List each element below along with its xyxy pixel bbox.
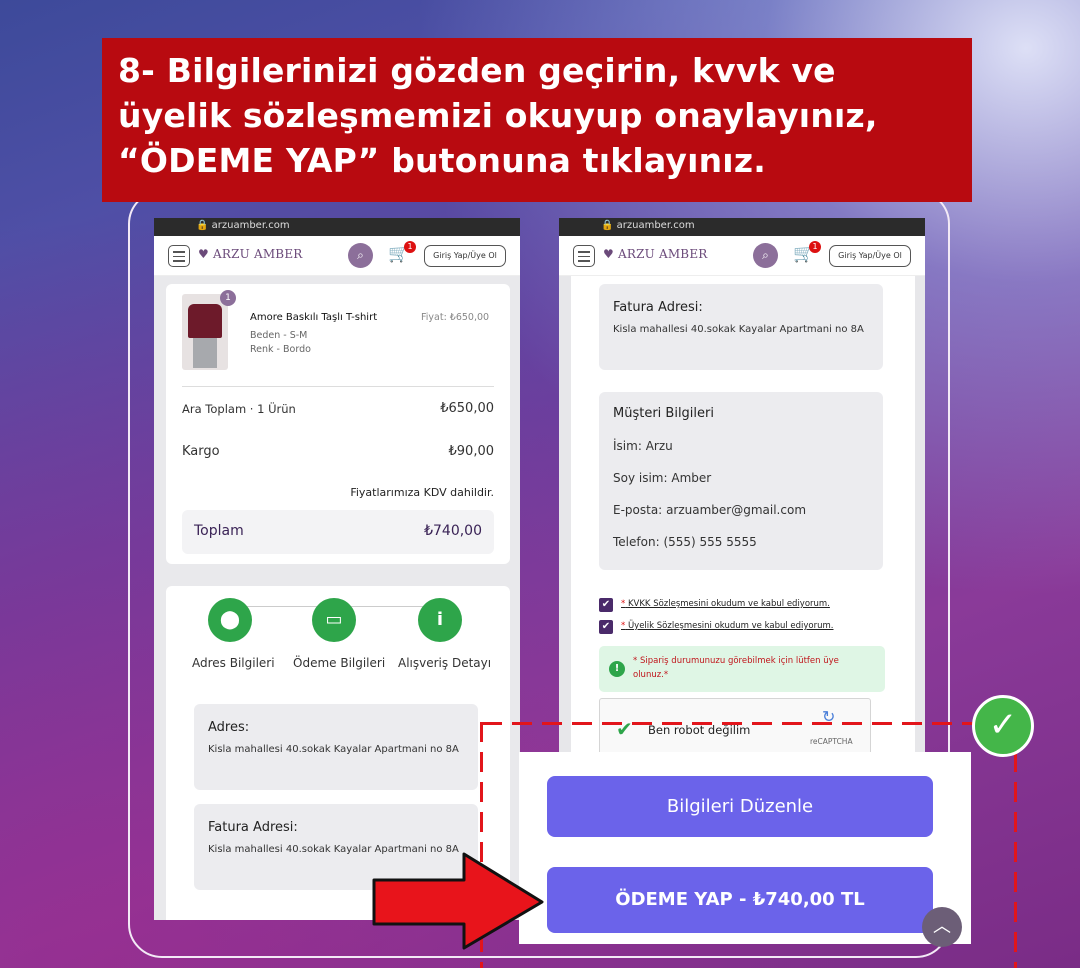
pay-button[interactable]: ÖDEME YAP - ₺740,00 TL — [547, 867, 933, 933]
product-qty-badge: 1 — [220, 290, 236, 306]
checkout-body: 1 Amore Baskılı Taşlı T-shirt Fiyat: ₺65… — [154, 276, 520, 920]
app-header: ♥ ARZU AMBER ⌕ 🛒 1 Giriş Yap/Üye Ol — [559, 236, 925, 276]
surname-label: Soy isim: — [613, 471, 668, 485]
captcha-brand: reCAPTCHA — [810, 737, 853, 746]
membership-alert: ! * Sipariş durumunuzu görebilmek için l… — [599, 646, 885, 692]
membership-consent-link[interactable]: * Üyelik Sözleşmesini okudum ve kabul ed… — [621, 621, 834, 631]
billing-text: Kisla mahallesi 40.sokak Kayalar Apartma… — [613, 324, 864, 335]
customer-info-box: Müşteri Bilgileri İsim: Arzu Soy isim: A… — [599, 392, 883, 570]
subtotal-label: Ara Toplam · 1 Ürün — [182, 402, 296, 416]
highlight-dashed-border-right — [1014, 722, 1017, 968]
product-price: Fiyat: ₺650,00 — [421, 312, 490, 323]
order-summary-card: 1 Amore Baskılı Taşlı T-shirt Fiyat: ₺65… — [166, 284, 510, 564]
phone-value: (555) 555 5555 — [663, 535, 757, 549]
location-icon[interactable]: ⬤ — [208, 598, 252, 642]
action-buttons-panel: Bilgileri Düzenle ÖDEME YAP - ₺740,00 TL — [519, 752, 971, 944]
divider — [182, 386, 494, 387]
phone-screenshot-checkout: 🔒 arzuamber.com ♥ ARZU AMBER ⌕ 🛒 1 Giriş … — [154, 218, 520, 920]
recaptcha-widget[interactable]: ✔ Ben robot değilim ↻ reCAPTCHA — [599, 698, 871, 758]
billing-title: Fatura Adresi: — [613, 300, 703, 315]
cart-count-badge: 1 — [404, 241, 416, 253]
menu-icon[interactable] — [168, 245, 190, 267]
total-row: Toplam ₺740,00 — [182, 510, 494, 554]
email-label: E-posta: — [613, 503, 663, 517]
kvkk-checkbox[interactable]: ✔ — [599, 598, 613, 612]
brand-logo[interactable]: ♥ ARZU AMBER — [198, 247, 303, 261]
shipping-value: ₺90,00 — [448, 444, 495, 459]
vat-note: Fiyatlarımıza KDV dahildir. — [350, 486, 494, 499]
product-name: Amore Baskılı Taşlı T-shirt — [250, 312, 378, 323]
customer-name-row: İsim: Arzu — [613, 439, 869, 453]
customer-surname-row: Soy isim: Amber — [613, 471, 869, 485]
search-icon[interactable]: ⌕ — [348, 243, 373, 268]
step-label-address[interactable]: Adres Bilgileri — [192, 656, 275, 670]
edit-info-button[interactable]: Bilgileri Düzenle — [547, 776, 933, 837]
app-header: ♥ ARZU AMBER ⌕ 🛒 1 Giriş Yap/Üye Ol — [154, 236, 520, 276]
menu-icon[interactable] — [573, 245, 595, 267]
info-icon[interactable]: i — [418, 598, 462, 642]
billing-title: Fatura Adresi: — [208, 820, 298, 835]
instruction-banner: 8- Bilgilerinizi gözden geçirin, kvvk ve… — [102, 38, 972, 202]
product-size: Beden - S-M — [250, 330, 308, 341]
alert-icon: ! — [609, 661, 625, 677]
kvkk-consent-link[interactable]: * KVKK Sözleşmesini okudum ve kabul ediy… — [621, 599, 830, 609]
product-image[interactable] — [182, 294, 228, 370]
shipping-label: Kargo — [182, 444, 220, 459]
billing-box: Fatura Adresi: Kisla mahallesi 40.sokak … — [599, 284, 883, 370]
membership-checkbox[interactable]: ✔ — [599, 620, 613, 634]
url-text: arzuamber.com — [211, 220, 290, 231]
browser-url-bar: 🔒 arzuamber.com — [154, 218, 520, 236]
phone-label: Telefon: — [613, 535, 660, 549]
card-icon[interactable]: ▭ — [312, 598, 356, 642]
banner-line-3: “ÖDEME YAP” butonuna tıklayınız. — [118, 141, 766, 180]
review-body: Fatura Adresi: Kisla mahallesi 40.sokak … — [559, 276, 925, 758]
subtotal-value: ₺650,00 — [440, 401, 494, 416]
captcha-label: Ben robot değilim — [648, 723, 751, 737]
check-icon: ✓ — [972, 695, 1034, 757]
customer-phone-row: Telefon: (555) 555 5555 — [613, 535, 869, 549]
brand-logo[interactable]: ♥ ARZU AMBER — [603, 247, 708, 261]
product-color: Renk - Bordo — [250, 344, 311, 355]
customer-email-row: E-posta: arzuamber@gmail.com — [613, 503, 869, 517]
scroll-up-icon[interactable]: ︿ — [922, 907, 962, 947]
login-button[interactable]: Giriş Yap/Üye Ol — [829, 245, 911, 267]
phone-screenshot-review: 🔒 arzuamber.com ♥ ARZU AMBER ⌕ 🛒 1 Giriş … — [559, 218, 925, 758]
step-label-payment[interactable]: Ödeme Bilgileri — [293, 656, 385, 670]
total-value: ₺740,00 — [424, 523, 482, 539]
url-text: arzuamber.com — [616, 220, 695, 231]
captcha-check-icon[interactable]: ✔ — [616, 717, 633, 741]
arrow-pointer-icon — [372, 852, 544, 950]
browser-url-bar: 🔒 arzuamber.com — [559, 218, 925, 236]
address-title: Adres: — [208, 720, 250, 735]
cart-icon[interactable]: 🛒 1 — [388, 241, 416, 270]
cart-count-badge: 1 — [809, 241, 821, 253]
banner-line-2: üyelik sözleşmemizi okuyup onaylayınız, — [118, 96, 878, 135]
step-label-details[interactable]: Alışveriş Detayı — [398, 656, 491, 670]
search-icon[interactable]: ⌕ — [753, 243, 778, 268]
customer-title: Müşteri Bilgileri — [613, 406, 714, 421]
alert-text: * Sipariş durumunuzu görebilmek için lüt… — [633, 656, 839, 680]
review-card: Fatura Adresi: Kisla mahallesi 40.sokak … — [571, 276, 915, 758]
cart-icon[interactable]: 🛒 1 — [793, 241, 821, 270]
highlight-dashed-border — [482, 722, 1017, 725]
email-value: arzuamber@gmail.com — [666, 503, 807, 517]
address-text: Kisla mahallesi 40.sokak Kayalar Apartma… — [208, 744, 459, 755]
name-label: İsim: — [613, 439, 642, 453]
banner-line-1: 8- Bilgilerinizi gözden geçirin, kvvk ve — [118, 51, 836, 90]
total-label: Toplam — [194, 523, 244, 539]
login-button[interactable]: Giriş Yap/Üye Ol — [424, 245, 506, 267]
name-value: Arzu — [645, 439, 673, 453]
surname-value: Amber — [671, 471, 712, 485]
address-box: Adres: Kisla mahallesi 40.sokak Kayalar … — [194, 704, 478, 790]
